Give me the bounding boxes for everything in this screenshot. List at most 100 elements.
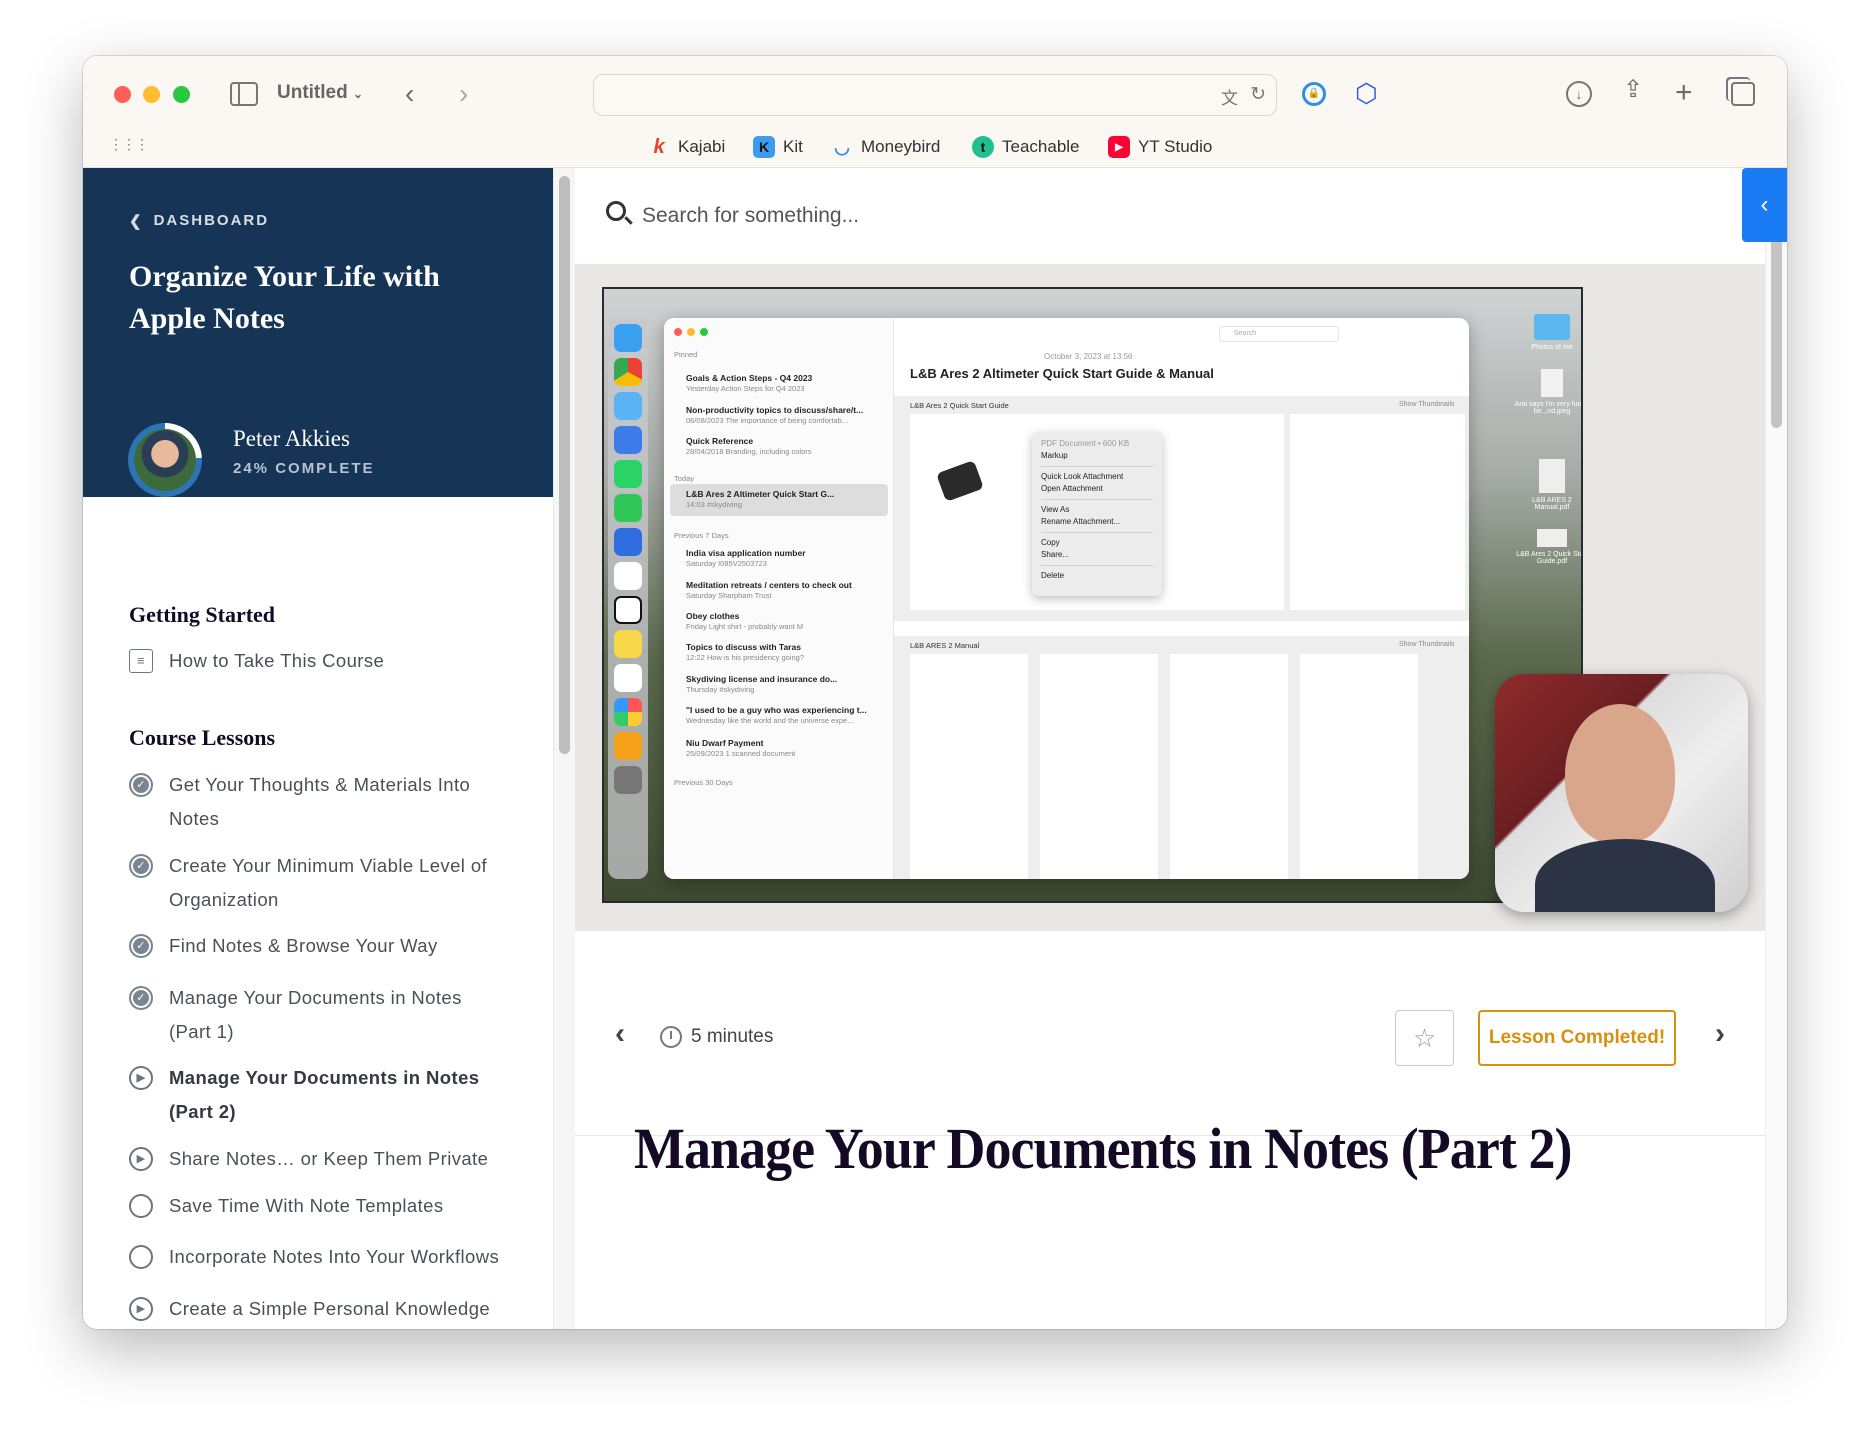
scrollbar-thumb[interactable] xyxy=(1771,228,1782,428)
tab-group-label: Untitled xyxy=(277,82,348,103)
author-name: Peter Akkies xyxy=(233,426,350,451)
lesson-item[interactable]: ✓ Get Your Thoughts & Materials Into Note… xyxy=(129,768,509,836)
notes-app-window: Pinned Goals & Action Steps - Q4 2023 Yes… xyxy=(664,318,1469,879)
kajabi-icon: k xyxy=(653,135,665,158)
favorite-button[interactable]: ☆ xyxy=(1395,1010,1454,1066)
avatar-progress-ring xyxy=(128,423,202,497)
youtube-icon: ▶ xyxy=(1108,136,1130,158)
next-lesson-button[interactable]: › xyxy=(1715,1019,1725,1049)
progress-label: 24% COMPLETE xyxy=(233,460,375,477)
lesson-completed-label: Lesson Completed! xyxy=(1488,1027,1666,1048)
bookmark-label: Kajabi xyxy=(678,137,726,156)
sidebar-toggle-icon[interactable] xyxy=(230,82,258,106)
desktop-item: Arai says I'm very fun to be...nd.jpeg xyxy=(1514,369,1581,415)
lesson-label: Manage Your Documents in Notes (Part 1) xyxy=(169,987,462,1042)
forward-button[interactable]: › xyxy=(459,80,468,108)
password-manager-extension-icon[interactable]: 🔒 xyxy=(1302,82,1326,106)
lesson-label: Manage Your Documents in Notes (Part 2) xyxy=(169,1067,480,1122)
completed-check-icon: ✓ xyxy=(129,854,153,878)
zoom-window-button[interactable] xyxy=(173,86,190,103)
webcam-overlay xyxy=(1495,674,1748,912)
section-title: Course Lessons xyxy=(129,725,276,750)
lesson-item[interactable]: ✓ Manage Your Documents in Notes (Part 1) xyxy=(129,981,509,1049)
new-tab-icon[interactable]: + xyxy=(1675,78,1693,108)
desktop-item: L&B ARES 2 Manual.pdf xyxy=(1522,459,1581,511)
bookmark-label: YT Studio xyxy=(1138,137,1213,156)
sidebar-scrollbar[interactable] xyxy=(553,168,575,1329)
close-window-button[interactable] xyxy=(114,86,131,103)
kit-icon: K xyxy=(753,136,775,158)
browser-toolbar: Untitled ⌄ ‹ › 文 ↻ 🔒 ⬡ ↓ ⇪ + ⋮⋮⋮ k Kajabi… xyxy=(83,56,1787,168)
lesson-item[interactable]: ✓ Find Notes & Browse Your Way xyxy=(129,929,509,963)
empty-circle-icon xyxy=(129,1194,153,1218)
video-frame: Pinned Goals & Action Steps - Q4 2023 Yes… xyxy=(602,287,1583,903)
completed-check-icon: ✓ xyxy=(129,986,153,1010)
lesson-item-current[interactable]: ▶ Manage Your Documents in Notes (Part 2) xyxy=(129,1061,509,1129)
address-bar[interactable]: 文 ↻ xyxy=(593,74,1277,116)
apps-grid-icon[interactable]: ⋮⋮⋮ xyxy=(109,136,149,153)
bookmark-label: Kit xyxy=(783,137,803,156)
cube-extension-icon[interactable]: ⬡ xyxy=(1355,80,1378,106)
tab-overview-icon[interactable] xyxy=(1731,82,1755,106)
completed-check-icon: ✓ xyxy=(129,934,153,958)
bookmark-kit[interactable]: K Kit xyxy=(753,134,803,160)
notes-section: Pinned xyxy=(674,350,698,359)
section-title: Getting Started xyxy=(129,602,276,627)
star-icon: ☆ xyxy=(1412,1022,1437,1053)
bookmark-moneybird[interactable]: ◡ Moneybird xyxy=(831,134,940,160)
lesson-item[interactable]: ▶ Create a Simple Personal Knowledge Mana… xyxy=(129,1292,509,1329)
lesson-label: Create Your Minimum Viable Level of Orga… xyxy=(169,855,488,910)
clock-icon xyxy=(660,1026,682,1048)
lesson-label: Create a Simple Personal Knowledge Manag… xyxy=(169,1298,491,1319)
downloads-icon[interactable]: ↓ xyxy=(1566,81,1592,107)
tab-group-title[interactable]: Untitled ⌄ xyxy=(277,82,363,104)
reload-icon[interactable]: ↻ xyxy=(1250,83,1266,106)
bookmark-kajabi[interactable]: k Kajabi xyxy=(648,134,725,160)
bookmark-yt-studio[interactable]: ▶ YT Studio xyxy=(1108,134,1212,160)
lesson-item[interactable]: Save Time With Note Templates xyxy=(129,1189,509,1223)
back-button[interactable]: ‹ xyxy=(405,80,414,108)
bookmark-teachable[interactable]: t Teachable xyxy=(972,134,1080,160)
lesson-item[interactable]: Incorporate Notes Into Your Workflows xyxy=(129,1240,509,1274)
chevron-left-icon: ❮ xyxy=(129,213,144,230)
collapse-panel-button[interactable]: ‹ xyxy=(1742,168,1787,242)
lesson-completed-button[interactable]: Lesson Completed! xyxy=(1478,1010,1676,1066)
completed-check-icon: ✓ xyxy=(129,773,153,797)
bookmark-label: Moneybird xyxy=(861,137,941,156)
lesson-label: Find Notes & Browse Your Way xyxy=(169,935,438,956)
course-title: Organize Your Life with Apple Notes xyxy=(129,260,440,335)
lesson-label: Incorporate Notes Into Your Workflows xyxy=(169,1246,500,1267)
lesson-item[interactable]: ▶ Share Notes… or Keep Them Private xyxy=(129,1142,509,1176)
play-icon: ▶ xyxy=(129,1147,153,1171)
lesson-label: Get Your Thoughts & Materials Into Notes xyxy=(169,774,471,829)
search-icon xyxy=(606,201,633,225)
play-icon: ▶ xyxy=(129,1066,153,1090)
search-input[interactable]: Search for something... xyxy=(642,204,859,228)
search-bar[interactable]: Search for something... xyxy=(575,168,1765,264)
empty-circle-icon xyxy=(129,1245,153,1269)
previous-lesson-button[interactable]: ‹ xyxy=(615,1019,625,1049)
dashboard-link[interactable]: ❮ DASHBOARD xyxy=(129,212,269,230)
notes-list: Pinned Goals & Action Steps - Q4 2023 Yes… xyxy=(664,318,894,879)
chevron-down-icon: ⌄ xyxy=(353,87,364,101)
teachable-icon: t xyxy=(972,136,994,158)
share-icon[interactable]: ⇪ xyxy=(1623,78,1643,102)
content-scrollbar[interactable] xyxy=(1765,168,1787,1329)
chevron-left-icon: ‹ xyxy=(1760,191,1769,218)
lesson-item[interactable]: ≡ How to Take This Course xyxy=(129,644,509,678)
lesson-label: Share Notes… or Keep Them Private xyxy=(169,1148,489,1169)
desktop-item: Photos of me xyxy=(1522,314,1581,351)
bookmark-label: Teachable xyxy=(1002,137,1080,156)
minimize-window-button[interactable] xyxy=(143,86,160,103)
course-header: ❮ DASHBOARD Organize Your Life with Apple… xyxy=(83,168,553,497)
lesson-label: How to Take This Course xyxy=(169,650,385,671)
scrollbar-thumb[interactable] xyxy=(559,176,570,754)
desktop-item: L&B Ares 2 Quick Start Guide.pdf xyxy=(1516,529,1581,565)
lesson-duration: 5 minutes xyxy=(691,1026,774,1047)
video-player[interactable]: Pinned Goals & Action Steps - Q4 2023 Yes… xyxy=(575,264,1765,931)
course-sidebar: ❮ DASHBOARD Organize Your Life with Apple… xyxy=(83,168,553,1329)
translate-icon[interactable]: 文 xyxy=(1221,84,1238,109)
lesson-label: Save Time With Note Templates xyxy=(169,1195,444,1216)
lesson-item[interactable]: ✓ Create Your Minimum Viable Level of Org… xyxy=(129,849,509,917)
lesson-content: Search for something... Pinned Goals & A… xyxy=(575,168,1765,1329)
